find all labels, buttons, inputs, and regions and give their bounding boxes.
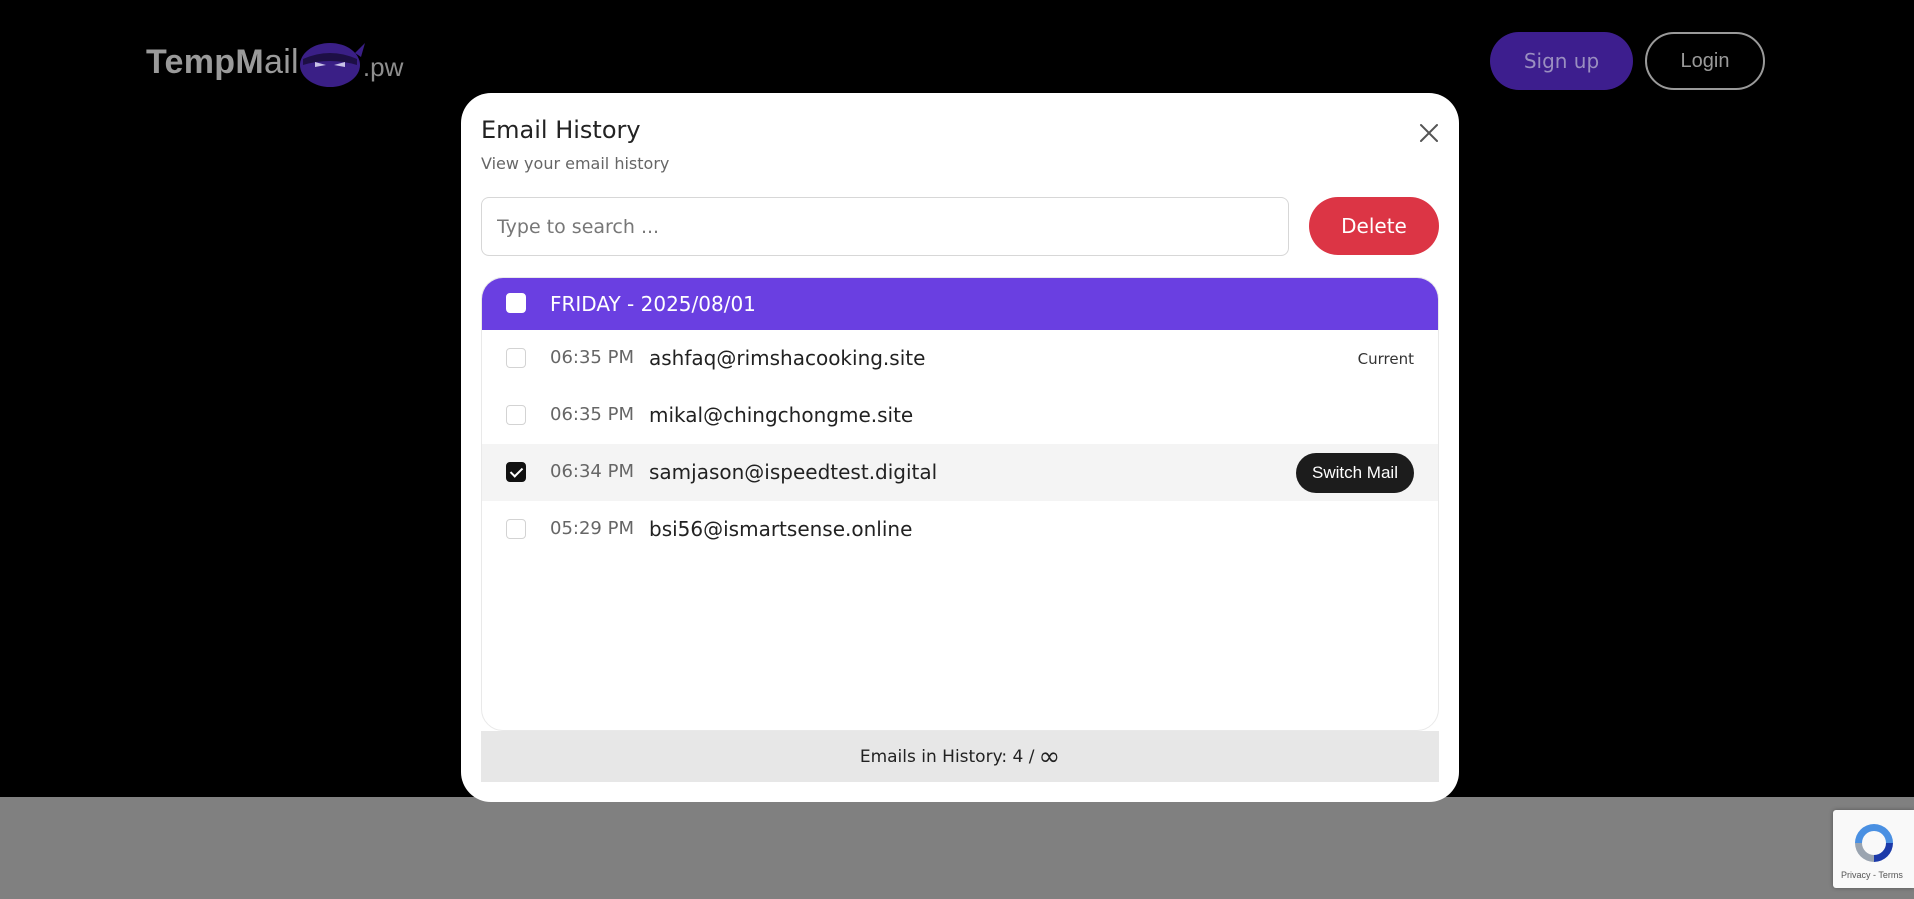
login-button[interactable]: Login — [1645, 32, 1765, 90]
email-history-list: FRIDAY - 2025/08/01 06:35 PM ashfaq@rims… — [481, 277, 1439, 731]
history-counter: Emails in History: 4 / ∞ — [481, 731, 1439, 782]
row-email: samjason@ispeedtest.digital — [649, 460, 938, 484]
row-time: 06:35 PM — [550, 347, 634, 368]
recaptcha-links[interactable]: Privacy - Terms — [1841, 870, 1903, 880]
modal-title: Email History — [481, 116, 641, 144]
date-group-header: FRIDAY - 2025/08/01 — [482, 278, 1438, 330]
close-icon[interactable] — [1416, 120, 1442, 146]
logo-text: TempMail — [146, 42, 299, 81]
counter-label: Emails in History: 4 / — [859, 746, 1035, 767]
row-time: 06:34 PM — [550, 461, 634, 482]
search-input[interactable] — [481, 197, 1289, 256]
row-time: 05:29 PM — [550, 518, 634, 539]
email-history-modal: Email History View your email history De… — [461, 93, 1459, 802]
signup-button[interactable]: Sign up — [1490, 32, 1633, 90]
ninja-logo-icon — [299, 43, 365, 87]
row-checkbox[interactable] — [506, 519, 526, 539]
group-date-label: FRIDAY - 2025/08/01 — [550, 292, 756, 316]
recaptcha-badge[interactable]: Privacy - Terms — [1833, 810, 1914, 888]
row-email: bsi56@ismartsense.online — [649, 517, 913, 541]
current-tag: Current — [1357, 350, 1414, 368]
infinity-icon: ∞ — [1038, 741, 1061, 772]
list-item[interactable]: 06:35 PM ashfaq@rimshacooking.site Curre… — [482, 330, 1438, 387]
delete-button[interactable]: Delete — [1309, 197, 1439, 255]
list-item[interactable]: 06:35 PM mikal@chingchongme.site — [482, 387, 1438, 444]
switch-mail-button[interactable]: Switch Mail — [1296, 453, 1414, 493]
site-logo[interactable]: TempMail .pw — [146, 32, 403, 92]
row-email: ashfaq@rimshacooking.site — [649, 346, 926, 370]
modal-subtitle: View your email history — [481, 154, 670, 173]
row-time: 06:35 PM — [550, 404, 634, 425]
row-checkbox[interactable] — [506, 462, 526, 482]
group-select-checkbox[interactable] — [506, 293, 526, 313]
page-footer-area — [0, 797, 1914, 899]
recaptcha-icon — [1855, 824, 1893, 862]
list-item[interactable]: 05:29 PM bsi56@ismartsense.online — [482, 501, 1438, 558]
row-email: mikal@chingchongme.site — [649, 403, 914, 427]
row-checkbox[interactable] — [506, 348, 526, 368]
row-checkbox[interactable] — [506, 405, 526, 425]
list-item[interactable]: 06:34 PM samjason@ispeedtest.digital Swi… — [482, 444, 1438, 501]
logo-tld: .pw — [362, 51, 404, 82]
